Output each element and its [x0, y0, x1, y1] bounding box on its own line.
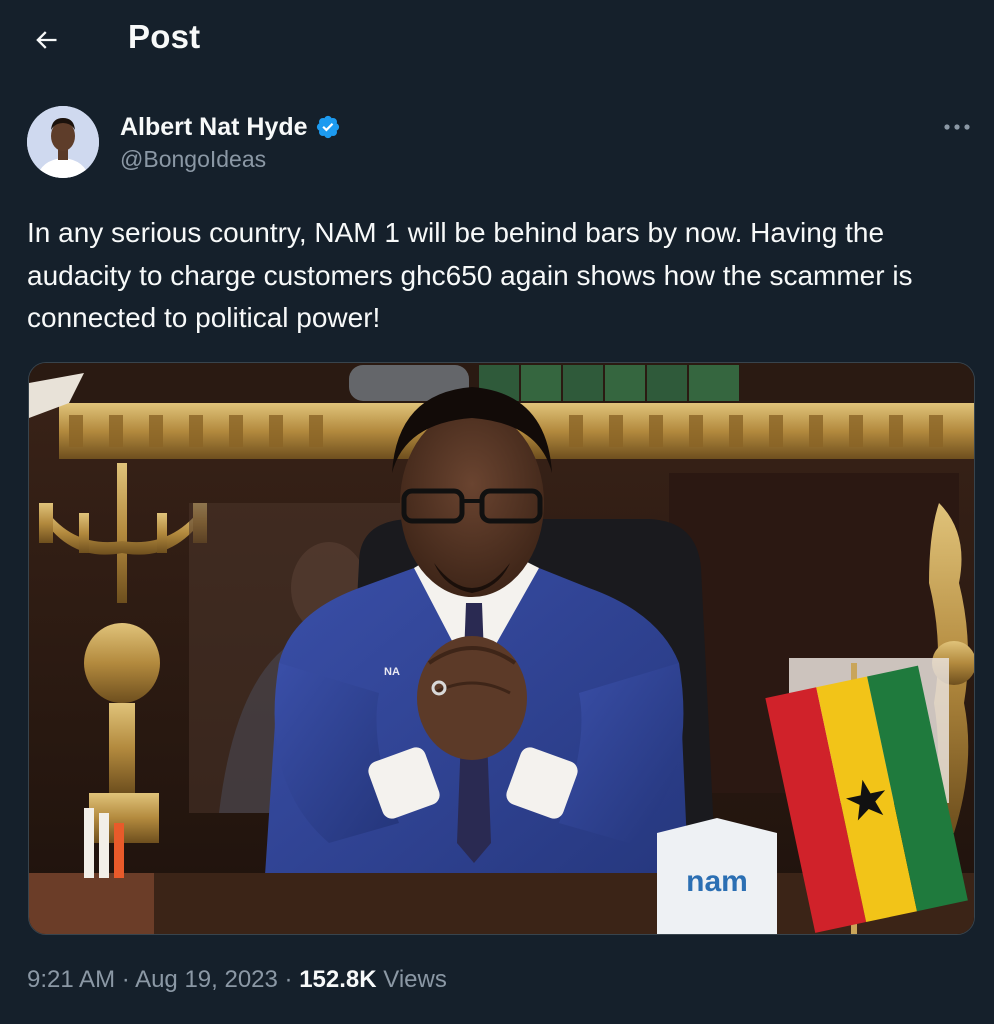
lapel-pin-text: NA [384, 666, 400, 678]
back-button[interactable] [22, 20, 70, 60]
page-title: Post [128, 18, 201, 55]
top-bar: Post [0, 0, 994, 80]
views-label: Views [376, 966, 447, 993]
post-time[interactable]: 9:21 AM [27, 966, 115, 993]
display-name[interactable]: Albert Nat Hyde [120, 113, 308, 142]
post-text: In any serious country, NAM 1 will be be… [27, 217, 913, 333]
views-count: 152.8K [299, 966, 377, 993]
avatar[interactable] [27, 106, 99, 178]
meta-separator: · [115, 966, 136, 993]
author-handle[interactable]: @BongoIdeas [120, 146, 341, 173]
meta-separator: · [277, 966, 300, 993]
more-dots-icon [944, 124, 970, 130]
post-meta: 9:21 AM · Aug 19, 2023 · 152.8K Views [27, 966, 447, 994]
post-date[interactable]: Aug 19, 2023 [135, 966, 278, 993]
author-names: Albert Nat Hyde @BongoIdeas [120, 109, 341, 173]
post-image[interactable]: NA nam [28, 362, 975, 935]
verified-badge-icon [315, 114, 341, 140]
post-author: Albert Nat Hyde @BongoIdeas [27, 106, 977, 182]
more-button[interactable] [937, 112, 977, 142]
nameplate-logo-text: nam [686, 865, 748, 898]
arrow-left-icon [36, 31, 57, 49]
